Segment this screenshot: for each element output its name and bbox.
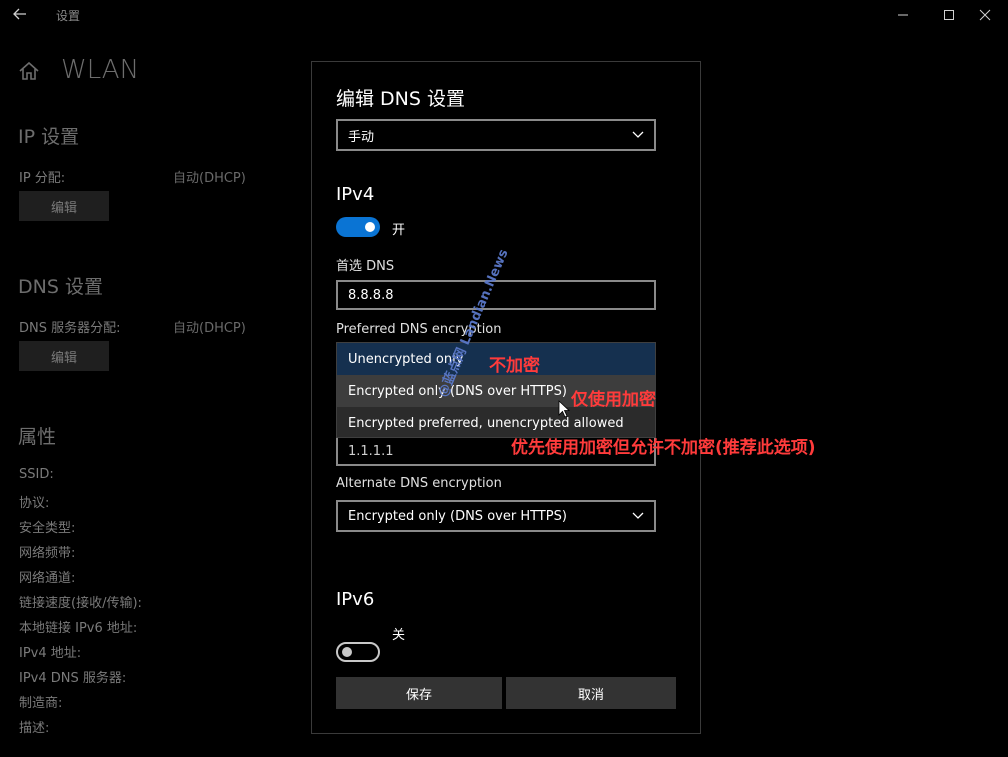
dialog-title: 编辑 DNS 设置 [336,88,465,110]
mouse-cursor-icon [558,400,570,418]
minimize-icon [898,14,908,16]
prop-ipv4-dns: IPv4 DNS 服务器: [19,671,127,686]
prop-manufacturer: 制造商: [19,696,63,711]
ipv4-toggle-label: 开 [392,223,406,238]
ip-settings-title: IP 设置 [18,126,80,148]
dns-mode-value: 手动 [348,129,375,145]
prop-network-channel: 网络通道: [19,571,76,586]
dns-edit-button[interactable]: 编辑 [19,341,109,371]
dns-assignment-value: 自动(DHCP) [173,321,246,336]
back-button[interactable] [8,2,32,26]
dns-settings-title: DNS 设置 [18,276,103,298]
page-title: WLAN [61,55,140,85]
prop-ipv4-address: IPv4 地址: [19,646,82,661]
annotation-unencrypted: 不加密 [489,356,540,376]
alternate-dns-value: 1.1.1.1 [348,443,394,459]
ip-assignment-value: 自动(DHCP) [173,171,246,186]
prop-network-band: 网络频带: [19,546,76,561]
chevron-down-icon [632,512,644,519]
maximize-icon [944,10,954,20]
ip-edit-button[interactable]: 编辑 [19,191,109,221]
prop-security-type: 安全类型: [19,521,76,536]
preferred-dns-label: 首选 DNS [336,259,395,274]
ipv6-title: IPv6 [336,589,375,610]
app-title: 设置 [56,9,81,23]
alternate-encryption-select[interactable]: Encrypted only (DNS over HTTPS) [336,500,656,532]
home-icon[interactable] [18,60,40,82]
title-bar: 设置 [0,0,1008,30]
alternate-encryption-label: Alternate DNS encryption [336,476,502,491]
cancel-button[interactable]: 取消 [506,677,676,709]
back-arrow-icon [13,8,26,20]
dns-assignment-label: DNS 服务器分配: [19,321,121,336]
prop-ipv6-link-local: 本地链接 IPv6 地址: [19,621,138,636]
annotation-preferred: 优先使用加密但允许不加密(推荐此选项) [511,438,816,458]
ipv6-toggle-label: 关 [392,628,406,643]
ipv6-toggle[interactable] [336,642,380,662]
chevron-down-icon [632,131,644,138]
ipv4-title: IPv4 [336,184,375,205]
prop-link-speed: 链接速度(接收/传输): [19,596,142,611]
ip-assignment-label: IP 分配: [19,171,66,186]
dns-mode-select[interactable]: 手动 [336,119,656,151]
ipv4-toggle[interactable] [336,217,380,237]
alternate-encryption-value: Encrypted only (DNS over HTTPS) [348,508,567,524]
prop-ssid: SSID: [19,467,54,482]
prop-protocol: 协议: [19,496,50,511]
close-icon [979,9,991,21]
minimize-button[interactable] [880,0,926,30]
close-button[interactable] [962,0,1008,30]
save-button[interactable]: 保存 [336,677,502,709]
preferred-dns-value: 8.8.8.8 [348,287,394,303]
properties-title: 属性 [18,426,57,448]
prop-description: 描述: [19,721,50,736]
annotation-encrypted-only: 仅使用加密 [571,390,656,410]
